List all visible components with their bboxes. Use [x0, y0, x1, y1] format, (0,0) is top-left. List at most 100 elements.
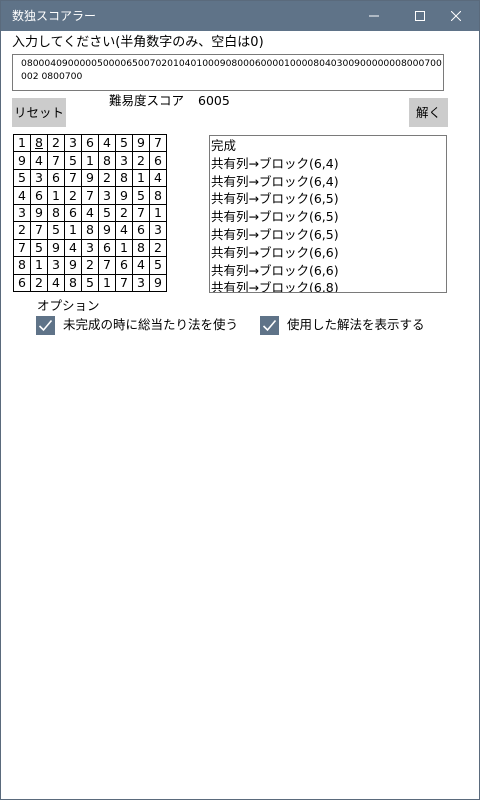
grid-cell[interactable]: 4 — [81, 203, 99, 223]
grid-cell[interactable]: 6 — [98, 238, 116, 258]
grid-row: 536792814 — [13, 168, 167, 188]
grid-cell[interactable]: 5 — [13, 168, 31, 188]
grid-row: 461273958 — [13, 186, 167, 205]
grid-cell[interactable]: 9 — [64, 256, 82, 275]
grid-cell[interactable]: 9 — [13, 151, 31, 170]
grid-cell[interactable]: 4 — [98, 133, 116, 153]
grid-cell[interactable]: 8 — [47, 203, 65, 223]
close-button[interactable] — [433, 1, 479, 31]
grid-cell[interactable]: 5 — [64, 151, 82, 170]
grid-cell[interactable]: 3 — [149, 221, 167, 240]
grid-cell[interactable]: 7 — [115, 273, 133, 292]
grid-cell[interactable]: 8 — [13, 256, 31, 275]
grid-cell[interactable]: 5 — [98, 203, 116, 223]
grid-cell[interactable]: 9 — [81, 168, 99, 188]
grid-cell[interactable]: 4 — [149, 168, 167, 188]
grid-cell[interactable]: 1 — [81, 151, 99, 170]
grid-cell[interactable]: 8 — [98, 151, 116, 170]
grid-cell[interactable]: 9 — [115, 186, 133, 205]
grid-cell[interactable]: 4 — [30, 151, 48, 170]
grid-cell[interactable]: 4 — [47, 273, 65, 292]
grid-cell[interactable]: 7 — [47, 151, 65, 170]
grid-cell[interactable]: 6 — [30, 186, 48, 205]
grid-cell[interactable]: 6 — [81, 133, 99, 153]
grid-row: 759436182 — [13, 238, 167, 258]
grid-cell[interactable]: 3 — [47, 256, 65, 275]
grid-cell[interactable]: 4 — [64, 238, 82, 258]
grid-cell[interactable]: 1 — [47, 186, 65, 205]
brute-force-checkbox[interactable] — [36, 316, 55, 335]
grid-cell[interactable]: 7 — [98, 256, 116, 275]
grid-cell[interactable]: 2 — [64, 186, 82, 205]
options-label: オプション — [37, 298, 100, 313]
grid-cell[interactable]: 7 — [149, 133, 167, 153]
grid-cell[interactable]: 2 — [98, 168, 116, 188]
puzzle-input[interactable]: 0800040900000500006500702010401000908000… — [12, 54, 444, 91]
grid-cell[interactable]: 4 — [13, 186, 31, 205]
grid-cell[interactable]: 1 — [64, 221, 82, 240]
grid-cell[interactable]: 2 — [47, 133, 65, 153]
grid-cell[interactable]: 5 — [30, 238, 48, 258]
grid-cell[interactable]: 3 — [132, 273, 150, 292]
grid-cell[interactable]: 5 — [115, 133, 133, 153]
log-line: 完成 — [211, 138, 237, 153]
grid-cell[interactable]: 2 — [132, 151, 150, 170]
grid-cell[interactable]: 5 — [47, 221, 65, 240]
grid-cell[interactable]: 8 — [30, 133, 48, 153]
grid-cell[interactable]: 1 — [30, 256, 48, 275]
grid-cell[interactable]: 9 — [98, 221, 116, 240]
grid-cell[interactable]: 1 — [149, 203, 167, 223]
grid-cell[interactable]: 9 — [132, 133, 150, 153]
grid-cell[interactable]: 9 — [149, 273, 167, 292]
log-line: 共有列→ブロック(6,4) — [211, 155, 339, 171]
grid-cell[interactable]: 1 — [13, 133, 31, 153]
reset-button[interactable]: リセット — [12, 98, 66, 127]
grid-cell[interactable]: 2 — [13, 221, 31, 240]
grid-cell[interactable]: 4 — [132, 256, 150, 275]
grid-cell[interactable]: 5 — [149, 256, 167, 275]
grid-cell[interactable]: 6 — [115, 256, 133, 275]
show-methods-checkbox[interactable] — [260, 316, 279, 335]
grid-cell[interactable]: 7 — [13, 238, 31, 258]
grid-cell[interactable]: 3 — [115, 151, 133, 170]
solution-log[interactable]: 完成 共有列→ブロック(6,4) 共有列→ブロック(6,4) 共有列→ブロック(6,5… — [209, 135, 447, 293]
grid-cell[interactable]: 6 — [149, 151, 167, 170]
brute-force-label: 未完成の時に総当たり法を使う — [63, 317, 239, 332]
minimize-button[interactable] — [351, 1, 397, 31]
grid-row: 182364597 — [13, 133, 167, 153]
grid-cell[interactable]: 1 — [132, 168, 150, 188]
grid-cell[interactable]: 2 — [81, 256, 99, 275]
grid-cell[interactable]: 3 — [13, 203, 31, 223]
grid-cell[interactable]: 1 — [115, 238, 133, 258]
grid-cell[interactable]: 8 — [81, 221, 99, 240]
grid-cell[interactable]: 2 — [115, 203, 133, 223]
grid-cell[interactable]: 5 — [81, 273, 99, 292]
grid-cell[interactable]: 2 — [30, 273, 48, 292]
grid-cell[interactable]: 3 — [98, 186, 116, 205]
grid-cell[interactable]: 6 — [132, 221, 150, 240]
grid-row: 398645271 — [13, 203, 167, 223]
grid-cell[interactable]: 3 — [30, 168, 48, 188]
grid-cell[interactable]: 6 — [47, 168, 65, 188]
grid-cell[interactable]: 7 — [64, 168, 82, 188]
grid-cell[interactable]: 9 — [47, 238, 65, 258]
grid-cell[interactable]: 9 — [30, 203, 48, 223]
grid-cell[interactable]: 7 — [132, 203, 150, 223]
grid-cell[interactable]: 4 — [115, 221, 133, 240]
solve-button[interactable]: 解く — [409, 98, 448, 127]
grid-cell[interactable]: 2 — [149, 238, 167, 258]
grid-cell[interactable]: 3 — [64, 133, 82, 153]
grid-cell[interactable]: 1 — [98, 273, 116, 292]
grid-cell[interactable]: 6 — [64, 203, 82, 223]
grid-cell[interactable]: 8 — [64, 273, 82, 292]
grid-cell[interactable]: 6 — [13, 273, 31, 292]
grid-cell[interactable]: 7 — [30, 221, 48, 240]
grid-cell[interactable]: 8 — [115, 168, 133, 188]
grid-cell[interactable]: 8 — [149, 186, 167, 205]
log-line: 共有列→ブロック(6,6) — [211, 262, 339, 278]
title-bar[interactable]: 数独スコアラー — [1, 1, 479, 31]
grid-cell[interactable]: 5 — [132, 186, 150, 205]
grid-cell[interactable]: 7 — [81, 186, 99, 205]
grid-cell[interactable]: 3 — [81, 238, 99, 258]
grid-cell[interactable]: 8 — [132, 238, 150, 258]
